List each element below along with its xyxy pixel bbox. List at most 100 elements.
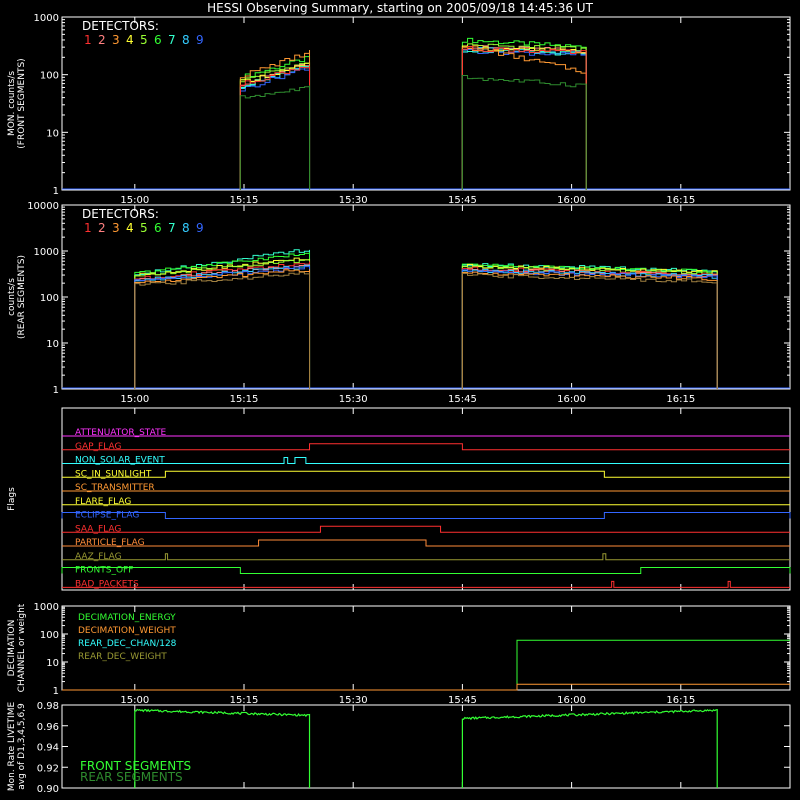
rear-legend-detector: 3	[112, 221, 120, 235]
rear-series-line	[461, 272, 718, 389]
flag-label: FRONTS_OFF	[75, 566, 133, 576]
rear-legend-detector: 6	[154, 221, 162, 235]
flag-line	[61, 567, 791, 575]
flag-line	[62, 470, 790, 478]
decimation-xtick-label: 16:15	[666, 695, 695, 706]
flag-label: ECLIPSE_FLAG	[75, 511, 139, 521]
front-legend-detector: 3	[112, 33, 120, 47]
rear-ytick-label: 10000	[27, 201, 59, 212]
front-ylabel: MON. counts/s	[7, 71, 17, 136]
rear-ytick-label: 1	[53, 385, 59, 396]
decimation-panel: 15:00 15:15 15:30 15:45 16:00 16:15 DECIMATION…	[7, 602, 791, 706]
flag-line	[62, 553, 790, 561]
flag-label: NON_SOLAR_EVENT	[75, 456, 165, 466]
rear-series-line	[461, 263, 718, 389]
rear-xtick-label: 16:15	[666, 394, 695, 405]
front-legend-detector: 2	[98, 33, 106, 47]
decimation-legend-entry: DECIMATION_ENERGY	[78, 613, 176, 623]
front-ytick-label: 1	[53, 186, 59, 197]
front-series-line	[461, 74, 587, 190]
front-series-line	[461, 48, 587, 190]
rear-ylabel: counts/s	[7, 278, 17, 316]
flag-line	[62, 525, 790, 533]
front-ytick-label: 1000	[34, 13, 59, 24]
front-xtick-label: 15:45	[448, 195, 477, 206]
hessi-summary-plot: 15:00 15:15 15:30 15:45 16:00 16:15 MON. count…	[7, 13, 791, 795]
front-series-line	[461, 48, 587, 190]
rear-legend-detector: 1	[84, 221, 92, 235]
flag-line	[61, 512, 791, 520]
front-legend-title: DETECTORS:	[82, 19, 159, 33]
front-ytick-label: 10	[46, 128, 59, 139]
flags-frame	[61, 407, 791, 591]
rear-series-line	[134, 266, 311, 389]
livetime-legend-entry: REAR SEGMENTS	[80, 770, 183, 784]
rear-series-line	[461, 264, 718, 389]
rear-series-line	[461, 268, 718, 389]
front-ytick-label: 100	[40, 71, 59, 82]
front-series-line	[461, 45, 587, 190]
front-panel: 15:00 15:15 15:30 15:45 16:00 16:15 MON. count…	[7, 13, 791, 206]
front-xtick-label: 16:00	[557, 195, 586, 206]
rear-xtick-label: 15:15	[230, 394, 259, 405]
front-series-line	[239, 85, 311, 190]
flag-label: SC_IN_SUNLIGHT	[75, 469, 152, 479]
livetime-ytick-label: 0.94	[37, 743, 59, 754]
flag-label: GAP_FLAG	[75, 442, 121, 452]
decimation-legend-entry: DECIMATION_WEIGHT	[78, 626, 176, 636]
rear-series-line	[134, 269, 311, 389]
rear-series-line	[461, 266, 718, 389]
decimation-ylabel: CHANNEL or weight	[17, 603, 27, 692]
rear-legend-detector: 5	[140, 221, 148, 235]
decimation-ytick-label: 10	[46, 658, 59, 669]
livetime-ytick-label: 0.98	[37, 701, 59, 712]
rear-xtick-label: 15:30	[339, 394, 368, 405]
decimation-ytick-label: 1000	[34, 602, 59, 613]
front-legend-detector: 7	[168, 33, 176, 47]
front-series-line	[461, 46, 587, 190]
flag-label: PARTICLE_FLAG	[75, 538, 145, 548]
front-xtick-label: 16:15	[666, 195, 695, 206]
flag-line	[62, 457, 790, 465]
rear-legend-title: DETECTORS:	[82, 207, 159, 221]
rear-panel: 15:00 15:15 15:30 15:45 16:00 16:15 counts/s (R…	[7, 201, 791, 405]
decimation-xtick-label: 16:00	[557, 695, 586, 706]
decimation-xtick-label: 15:00	[120, 695, 149, 706]
decimation-ytick-label: 1	[53, 686, 59, 697]
rear-series-line	[461, 271, 718, 389]
rear-series-line	[461, 263, 718, 389]
flag-label: BAD_PACKETS	[75, 579, 139, 589]
livetime-ytick-label: 0.92	[37, 763, 59, 774]
rear-series-line	[461, 268, 718, 389]
flag-label: SAA_FLAG	[75, 524, 121, 534]
rear-xtick-label: 16:00	[557, 394, 586, 405]
rear-ytick-label: 1000	[34, 247, 59, 258]
rear-legend-detector: 8	[182, 221, 190, 235]
front-series-line	[461, 45, 587, 190]
rear-legend-detector: 9	[196, 221, 204, 235]
flags-panel: Flags ATTENUATOR_STATE GAP_FLAG NON_SOLAR_E…	[7, 407, 791, 591]
rear-ytick-label: 10	[46, 339, 59, 350]
front-legend-detector: 8	[182, 33, 190, 47]
front-series-line	[461, 43, 587, 190]
decimation-xtick-label: 15:30	[339, 695, 368, 706]
flag-line	[62, 443, 790, 451]
front-series-line	[461, 45, 587, 190]
front-legend-detector: 9	[196, 33, 204, 47]
rear-ytick-label: 100	[40, 293, 59, 304]
rear-legend-detector: 7	[168, 221, 176, 235]
front-legend-detector: 6	[154, 33, 162, 47]
rear-series-line	[134, 259, 311, 389]
front-series-line	[239, 65, 311, 190]
decimation-ylabel: DECIMATION	[7, 620, 17, 677]
flag-line	[62, 539, 790, 547]
rear-legend-detector: 4	[126, 221, 134, 235]
livetime-ytick-label: 0.90	[37, 784, 59, 795]
flag-label: SC_TRANSMITTER	[75, 483, 155, 493]
decimation-ytick-label: 100	[40, 630, 59, 641]
rear-xtick-label: 15:00	[120, 394, 149, 405]
decimation-xtick-label: 15:45	[448, 695, 477, 706]
flag-label: FLARE_FLAG	[75, 497, 131, 507]
flag-label: AAZ_FLAG	[75, 552, 122, 562]
rear-series-line	[134, 271, 311, 389]
